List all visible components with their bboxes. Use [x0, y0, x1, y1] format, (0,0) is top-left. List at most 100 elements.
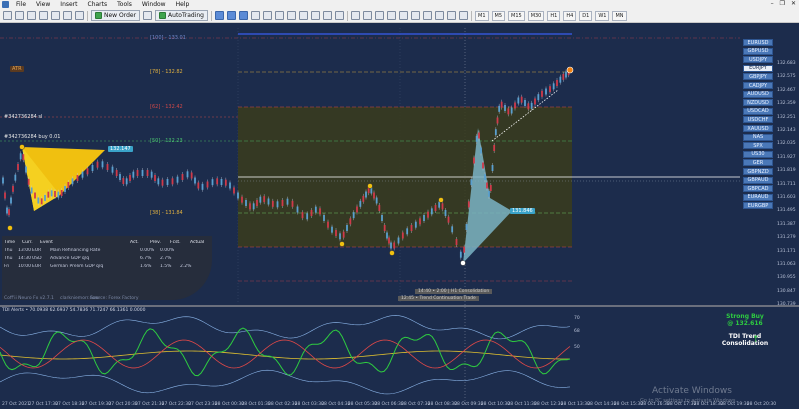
- news-header-actual: Actual: [190, 239, 205, 245]
- candle: [524, 100, 526, 106]
- crosshair-icon[interactable]: [363, 11, 372, 20]
- timeframe-h4[interactable]: H4: [563, 10, 577, 21]
- horizontal-line-icon[interactable]: [387, 11, 396, 20]
- timeframe-mn[interactable]: MN: [612, 10, 627, 21]
- pair-button-usdchf[interactable]: USDCHF: [743, 116, 773, 124]
- pair-button-gbpnzd[interactable]: GBPNZD: [743, 168, 773, 175]
- trendline-icon[interactable]: [399, 11, 408, 20]
- pair-button-usdcad[interactable]: USDCAD: [743, 107, 773, 115]
- timeframe-m5[interactable]: M5: [491, 10, 505, 21]
- news-row[interactable]: Fri 10:00 EUR German Prelim GDP q/q 1.6% 1.5%…: [4, 262, 210, 270]
- market-watch-icon[interactable]: [27, 11, 36, 20]
- candle: [141, 170, 144, 176]
- timeframe-w1[interactable]: W1: [595, 10, 610, 21]
- tile-windows-icon[interactable]: [275, 11, 284, 20]
- fib-label-62: [62] - 132.42: [150, 104, 183, 110]
- pair-button-gbpjpy[interactable]: GBPJPY: [743, 73, 773, 81]
- pair-button-us30[interactable]: US30: [743, 150, 773, 158]
- new-chart-icon[interactable]: [3, 11, 12, 20]
- metaeditor-icon[interactable]: [143, 11, 153, 20]
- autotrading-button[interactable]: AutoTrading: [155, 10, 208, 21]
- chart-window[interactable]: [100] - 133.01 [78] - 132.82 [62] - 132.…: [0, 23, 799, 409]
- pair-button-nas[interactable]: NAS: [743, 133, 773, 141]
- candlestick-icon[interactable]: [227, 11, 236, 20]
- candle: [393, 242, 396, 249]
- candle: [488, 190, 490, 197]
- pair-button-gbpusd[interactable]: GBPUSD: [743, 47, 773, 55]
- candle: [346, 225, 348, 231]
- zoom-in-icon[interactable]: [251, 11, 260, 20]
- time-axis-label: 27 Oct 18:30: [55, 402, 85, 407]
- menu-tools[interactable]: Tools: [112, 1, 137, 8]
- menu-help[interactable]: Help: [171, 1, 195, 8]
- menu-window[interactable]: Window: [137, 1, 171, 8]
- pair-button-spx[interactable]: SPX: [743, 142, 773, 150]
- candle: [252, 203, 255, 210]
- data-window-icon[interactable]: [39, 11, 48, 20]
- news-row[interactable]: Thu 14:30 USD Advance GDP q/q 6.7% 2.7%: [4, 254, 210, 262]
- cursor-icon[interactable]: [351, 11, 360, 20]
- text-icon[interactable]: [435, 11, 444, 20]
- tdi-signal: Strong Buy: [726, 313, 764, 320]
- pair-button-eurusd[interactable]: EURUSD: [743, 39, 773, 46]
- navigator-icon[interactable]: [51, 11, 60, 20]
- candle: [306, 213, 309, 220]
- time-axis-label: 28 Oct 08:30: [427, 402, 457, 407]
- candle: [166, 179, 169, 185]
- close-icon[interactable]: ✕: [791, 0, 796, 9]
- bar-chart-icon[interactable]: [215, 11, 224, 20]
- periods-icon[interactable]: [323, 11, 332, 20]
- arrows-icon[interactable]: [459, 11, 468, 20]
- time-axis-label: 27 Oct 19:30: [81, 402, 112, 407]
- minimize-icon[interactable]: –: [771, 0, 774, 9]
- candle: [514, 102, 516, 109]
- new-order-button[interactable]: New Order: [91, 10, 141, 21]
- news-row[interactable]: Thu 13:00 EUR Main Refinancing Rate 0.00% 0.0…: [4, 246, 210, 254]
- pair-button-euraud[interactable]: EURAUD: [743, 193, 773, 201]
- pair-button-gbpaud[interactable]: GBPAUD: [743, 176, 773, 184]
- fibonacci-icon[interactable]: [423, 11, 432, 20]
- zoom-out-icon[interactable]: [263, 11, 272, 20]
- vertical-line-icon[interactable]: [375, 11, 384, 20]
- pair-button-eurgbp[interactable]: EURGBP: [743, 202, 773, 210]
- equidistant-channel-icon[interactable]: [411, 11, 420, 20]
- templates-icon[interactable]: [335, 11, 344, 20]
- candle: [534, 98, 536, 105]
- pivot-marker: [367, 183, 373, 189]
- terminal-icon[interactable]: [63, 11, 72, 20]
- timeframe-h1[interactable]: H1: [547, 10, 561, 21]
- tester-icon[interactable]: [75, 11, 84, 20]
- pair-button-ger[interactable]: GER: [743, 159, 773, 167]
- restore-icon[interactable]: ❐: [780, 0, 785, 9]
- profiles-icon[interactable]: [15, 11, 24, 20]
- chart-shift-icon[interactable]: [299, 11, 308, 20]
- line-chart-icon[interactable]: [239, 11, 248, 20]
- menu-insert[interactable]: Insert: [55, 1, 82, 8]
- time-axis-label: 28 Oct 20:30: [746, 402, 777, 407]
- timeframe-d1[interactable]: D1: [579, 10, 593, 21]
- pair-button-nzdusd[interactable]: NZDUSD: [743, 99, 773, 107]
- indicators-icon[interactable]: [311, 11, 320, 20]
- news-header-act: Act.: [130, 239, 139, 245]
- pair-button-usdjpy[interactable]: USDJPY: [743, 56, 773, 64]
- text-label-icon[interactable]: [447, 11, 456, 20]
- candle: [510, 107, 513, 114]
- time-axis-label: 27 Oct 22:30: [161, 402, 191, 407]
- pair-button-audusd[interactable]: AUDUSD: [743, 90, 773, 98]
- menu-file[interactable]: File: [11, 1, 31, 8]
- timeframe-m15[interactable]: M15: [508, 10, 525, 21]
- autoscroll-icon[interactable]: [287, 11, 296, 20]
- pair-button-eurjpy[interactable]: EURJPY: [743, 64, 773, 72]
- pair-button-cadjpy[interactable]: CADJPY: [743, 82, 773, 89]
- pair-button-gbpcad[interactable]: GBPCAD: [743, 185, 773, 193]
- tdi-indicator-panel[interactable]: TDI Alerts • 70.0938 62.6937 54.7836 71.…: [0, 305, 799, 399]
- tdi-level-50: 50: [574, 345, 580, 350]
- timeframe-m1[interactable]: M1: [475, 10, 489, 21]
- news-header-prev: Prev.: [150, 239, 161, 245]
- candle: [467, 201, 470, 208]
- menu-charts[interactable]: Charts: [83, 1, 113, 8]
- menu-view[interactable]: View: [31, 1, 55, 8]
- time-axis-label: 28 Oct 06:30: [374, 402, 404, 407]
- timeframe-m30[interactable]: M30: [527, 10, 545, 21]
- pair-button-xauusd[interactable]: XAUUSD: [743, 125, 773, 132]
